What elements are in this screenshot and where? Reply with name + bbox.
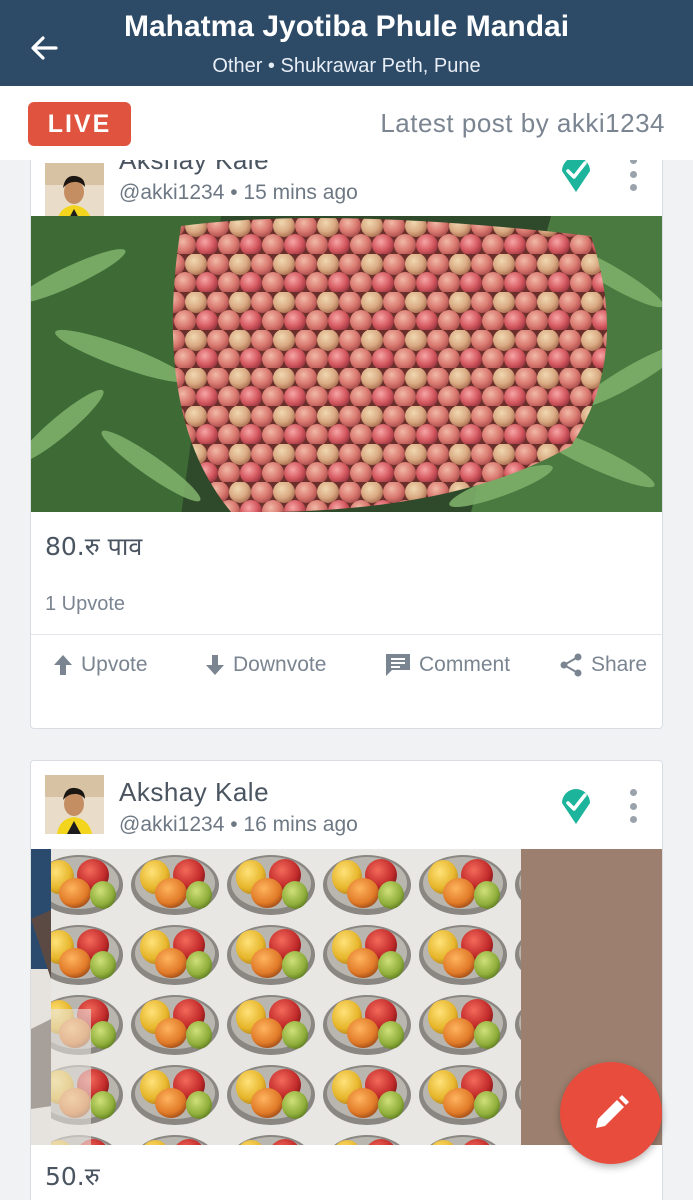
- upvote-button[interactable]: Upvote: [53, 653, 148, 677]
- share-icon: [560, 653, 582, 677]
- upvote-count[interactable]: 1 Upvote: [45, 593, 125, 616]
- post-feed[interactable]: Akshay Kale @akki1234 • 15 mins ago 80.र…: [0, 160, 693, 1200]
- more-vertical-icon[interactable]: [627, 789, 639, 823]
- comment-icon: [386, 654, 410, 676]
- post-photo[interactable]: [31, 216, 662, 512]
- post-actions: Upvote Downvote Comment Share: [31, 635, 662, 709]
- verified-location-icon: [562, 789, 590, 824]
- post-card: Akshay Kale @akki1234 • 15 mins ago 80.र…: [30, 160, 663, 729]
- downvote-button[interactable]: Downvote: [205, 653, 326, 677]
- app-header: Mahatma Jyotiba Phule Mandai Other • Shu…: [0, 0, 693, 86]
- live-bar: LIVE Latest post by akki1234: [0, 86, 693, 160]
- more-vertical-icon[interactable]: [627, 160, 639, 191]
- arrow-up-icon: [54, 655, 72, 675]
- downvote-label: Downvote: [233, 653, 327, 676]
- comment-button[interactable]: Comment: [385, 653, 510, 677]
- post-meta: @akki1234 • 15 mins ago: [119, 181, 358, 204]
- post-meta: @akki1234 • 16 mins ago: [119, 813, 358, 836]
- verified-location-icon: [562, 160, 590, 192]
- avatar[interactable]: [45, 163, 104, 222]
- edit-pencil-icon: [596, 1095, 629, 1128]
- avatar[interactable]: [45, 775, 104, 834]
- arrow-down-icon: [206, 655, 224, 675]
- share-button[interactable]: Share: [559, 653, 647, 677]
- author-name[interactable]: Akshay Kale: [119, 777, 269, 808]
- post-text: 50.रु: [45, 1162, 100, 1191]
- page-subtitle: Other • Shukrawar Peth, Pune: [212, 55, 481, 77]
- author-name[interactable]: Akshay Kale: [119, 160, 269, 176]
- latest-post-link[interactable]: Latest post by akki1234: [380, 108, 665, 139]
- comment-label: Comment: [419, 653, 511, 676]
- live-badge: LIVE: [28, 102, 131, 146]
- post-text: 80.रु पाव: [45, 532, 143, 561]
- upvote-label: Upvote: [81, 653, 148, 676]
- create-post-button[interactable]: [560, 1062, 662, 1164]
- share-label: Share: [591, 653, 648, 676]
- page-title: Mahatma Jyotiba Phule Mandai: [123, 10, 570, 43]
